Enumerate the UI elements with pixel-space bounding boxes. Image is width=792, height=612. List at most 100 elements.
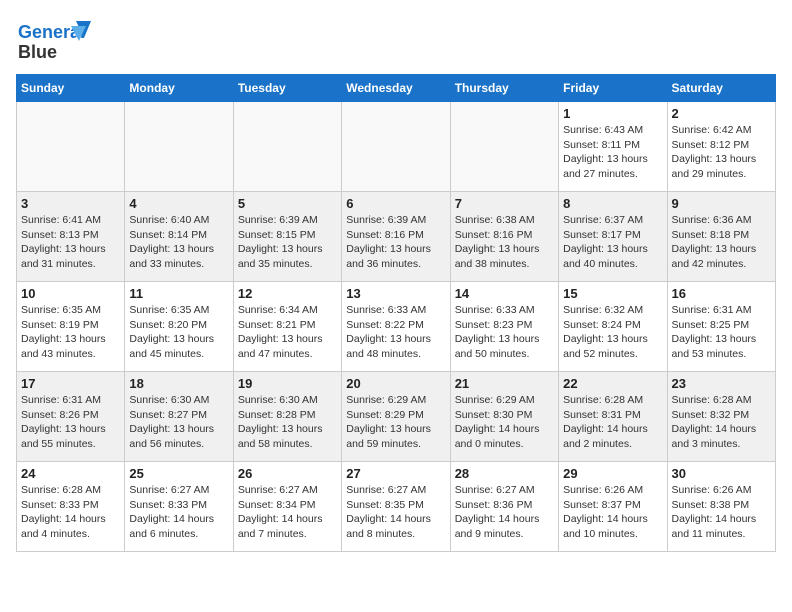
day-info: Sunrise: 6:42 AMSunset: 8:12 PMDaylight:… [672, 123, 771, 182]
day-info: Sunrise: 6:37 AMSunset: 8:17 PMDaylight:… [563, 213, 662, 272]
calendar-cell: 11Sunrise: 6:35 AMSunset: 8:20 PMDayligh… [125, 282, 233, 372]
day-info: Sunrise: 6:39 AMSunset: 8:16 PMDaylight:… [346, 213, 445, 272]
calendar-cell: 16 Sunrise: 6:31 AMSunset: 8:25 PMDayligh… [667, 282, 775, 372]
day-info: Sunrise: 6:29 AMSunset: 8:29 PMDaylight:… [346, 393, 445, 452]
calendar-cell: 9 Sunrise: 6:36 AMSunset: 8:18 PMDaylight… [667, 192, 775, 282]
day-number: 24 [21, 466, 120, 481]
weekday-header-row: SundayMondayTuesdayWednesdayThursdayFrid… [17, 75, 776, 102]
day-info: Sunrise: 6:33 AMSunset: 8:23 PMDaylight:… [455, 303, 554, 362]
calendar-cell: 15Sunrise: 6:32 AMSunset: 8:24 PMDayligh… [559, 282, 667, 372]
calendar-cell: 5 Sunrise: 6:39 AMSunset: 8:15 PMDaylight… [233, 192, 341, 282]
day-info: Sunrise: 6:27 AMSunset: 8:35 PMDaylight:… [346, 483, 445, 542]
day-number: 6 [346, 196, 445, 211]
day-info: Sunrise: 6:27 AMSunset: 8:33 PMDaylight:… [129, 483, 228, 542]
day-number: 28 [455, 466, 554, 481]
calendar-cell: 18 Sunrise: 6:30 AMSunset: 8:27 PMDayligh… [125, 372, 233, 462]
day-number: 14 [455, 286, 554, 301]
calendar-table: SundayMondayTuesdayWednesdayThursdayFrid… [16, 74, 776, 552]
calendar-cell: 10 Sunrise: 6:35 AMSunset: 8:19 PMDayligh… [17, 282, 125, 372]
day-number: 1 [563, 106, 662, 121]
day-info: Sunrise: 6:40 AMSunset: 8:14 PMDaylight:… [129, 213, 228, 272]
day-number: 12 [238, 286, 337, 301]
week-row-3: 10 Sunrise: 6:35 AMSunset: 8:19 PMDayligh… [17, 282, 776, 372]
logo-icon: GeneralBlue [16, 16, 96, 66]
calendar-cell: 29Sunrise: 6:26 AMSunset: 8:37 PMDayligh… [559, 462, 667, 552]
week-row-4: 17 Sunrise: 6:31 AMSunset: 8:26 PMDayligh… [17, 372, 776, 462]
day-info: Sunrise: 6:28 AMSunset: 8:31 PMDaylight:… [563, 393, 662, 452]
day-number: 4 [129, 196, 228, 211]
calendar-cell: 26 Sunrise: 6:27 AMSunset: 8:34 PMDayligh… [233, 462, 341, 552]
calendar-cell: 8 Sunrise: 6:37 AMSunset: 8:17 PMDaylight… [559, 192, 667, 282]
day-number: 18 [129, 376, 228, 391]
day-info: Sunrise: 6:28 AMSunset: 8:32 PMDaylight:… [672, 393, 771, 452]
day-info: Sunrise: 6:35 AMSunset: 8:19 PMDaylight:… [21, 303, 120, 362]
day-number: 11 [129, 286, 228, 301]
calendar-cell: 1 Sunrise: 6:43 AMSunset: 8:11 PMDaylight… [559, 102, 667, 192]
day-number: 2 [672, 106, 771, 121]
day-number: 15 [563, 286, 662, 301]
day-number: 7 [455, 196, 554, 211]
calendar-cell: 17 Sunrise: 6:31 AMSunset: 8:26 PMDayligh… [17, 372, 125, 462]
day-info: Sunrise: 6:26 AMSunset: 8:38 PMDaylight:… [672, 483, 771, 542]
calendar-cell: 24Sunrise: 6:28 AMSunset: 8:33 PMDayligh… [17, 462, 125, 552]
calendar-cell: 14 Sunrise: 6:33 AMSunset: 8:23 PMDayligh… [450, 282, 558, 372]
day-number: 9 [672, 196, 771, 211]
day-info: Sunrise: 6:43 AMSunset: 8:11 PMDaylight:… [563, 123, 662, 182]
day-number: 26 [238, 466, 337, 481]
calendar-cell [233, 102, 341, 192]
calendar-cell: 19 Sunrise: 6:30 AMSunset: 8:28 PMDayligh… [233, 372, 341, 462]
day-number: 20 [346, 376, 445, 391]
page-header: GeneralBlue [16, 16, 776, 66]
calendar-cell: 30Sunrise: 6:26 AMSunset: 8:38 PMDayligh… [667, 462, 775, 552]
calendar-cell: 23 Sunrise: 6:28 AMSunset: 8:32 PMDayligh… [667, 372, 775, 462]
day-info: Sunrise: 6:27 AMSunset: 8:34 PMDaylight:… [238, 483, 337, 542]
day-number: 16 [672, 286, 771, 301]
week-row-2: 3 Sunrise: 6:41 AMSunset: 8:13 PMDaylight… [17, 192, 776, 282]
day-info: Sunrise: 6:36 AMSunset: 8:18 PMDaylight:… [672, 213, 771, 272]
calendar-cell: 12 Sunrise: 6:34 AMSunset: 8:21 PMDayligh… [233, 282, 341, 372]
day-number: 19 [238, 376, 337, 391]
day-info: Sunrise: 6:31 AMSunset: 8:26 PMDaylight:… [21, 393, 120, 452]
day-number: 27 [346, 466, 445, 481]
weekday-header-sunday: Sunday [17, 75, 125, 102]
day-number: 21 [455, 376, 554, 391]
calendar-cell: 21Sunrise: 6:29 AMSunset: 8:30 PMDayligh… [450, 372, 558, 462]
calendar-cell: 4 Sunrise: 6:40 AMSunset: 8:14 PMDaylight… [125, 192, 233, 282]
day-number: 29 [563, 466, 662, 481]
week-row-1: 1 Sunrise: 6:43 AMSunset: 8:11 PMDaylight… [17, 102, 776, 192]
calendar-cell: 6 Sunrise: 6:39 AMSunset: 8:16 PMDaylight… [342, 192, 450, 282]
day-number: 17 [21, 376, 120, 391]
day-number: 25 [129, 466, 228, 481]
day-info: Sunrise: 6:27 AMSunset: 8:36 PMDaylight:… [455, 483, 554, 542]
calendar-cell: 28 Sunrise: 6:27 AMSunset: 8:36 PMDayligh… [450, 462, 558, 552]
calendar-cell: 7Sunrise: 6:38 AMSunset: 8:16 PMDaylight… [450, 192, 558, 282]
day-number: 5 [238, 196, 337, 211]
day-info: Sunrise: 6:30 AMSunset: 8:28 PMDaylight:… [238, 393, 337, 452]
day-info: Sunrise: 6:39 AMSunset: 8:15 PMDaylight:… [238, 213, 337, 272]
calendar-cell: 22 Sunrise: 6:28 AMSunset: 8:31 PMDayligh… [559, 372, 667, 462]
calendar-cell: 25 Sunrise: 6:27 AMSunset: 8:33 PMDayligh… [125, 462, 233, 552]
day-number: 3 [21, 196, 120, 211]
calendar-cell: 3 Sunrise: 6:41 AMSunset: 8:13 PMDaylight… [17, 192, 125, 282]
day-info: Sunrise: 6:30 AMSunset: 8:27 PMDaylight:… [129, 393, 228, 452]
calendar-cell [342, 102, 450, 192]
calendar-cell: 27 Sunrise: 6:27 AMSunset: 8:35 PMDayligh… [342, 462, 450, 552]
calendar-cell: 2 Sunrise: 6:42 AMSunset: 8:12 PMDaylight… [667, 102, 775, 192]
weekday-header-tuesday: Tuesday [233, 75, 341, 102]
calendar-cell [125, 102, 233, 192]
day-info: Sunrise: 6:34 AMSunset: 8:21 PMDaylight:… [238, 303, 337, 362]
weekday-header-monday: Monday [125, 75, 233, 102]
day-number: 10 [21, 286, 120, 301]
weekday-header-friday: Friday [559, 75, 667, 102]
calendar-cell [17, 102, 125, 192]
day-number: 22 [563, 376, 662, 391]
weekday-header-thursday: Thursday [450, 75, 558, 102]
calendar-cell: 13Sunrise: 6:33 AMSunset: 8:22 PMDayligh… [342, 282, 450, 372]
svg-text:Blue: Blue [18, 42, 57, 62]
day-number: 8 [563, 196, 662, 211]
day-number: 13 [346, 286, 445, 301]
calendar-cell [450, 102, 558, 192]
day-number: 23 [672, 376, 771, 391]
day-info: Sunrise: 6:41 AMSunset: 8:13 PMDaylight:… [21, 213, 120, 272]
day-info: Sunrise: 6:31 AMSunset: 8:25 PMDaylight:… [672, 303, 771, 362]
